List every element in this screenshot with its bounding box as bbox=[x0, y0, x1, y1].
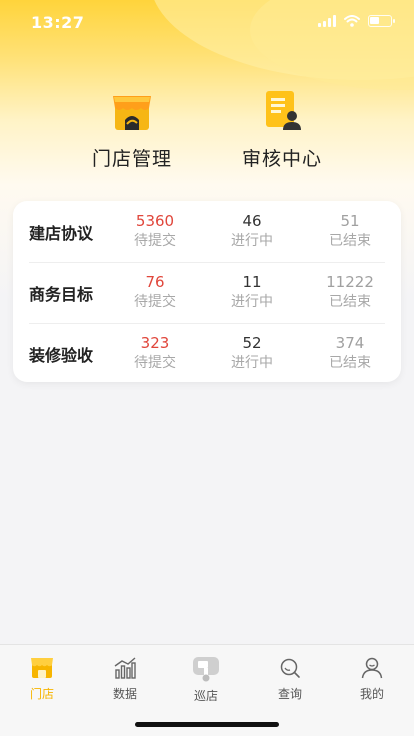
finished-cell[interactable]: 374 已结束 bbox=[305, 333, 395, 373]
bar-chart-icon bbox=[112, 655, 138, 681]
row-title: 建店协议 bbox=[29, 224, 94, 243]
in-progress-cell[interactable]: 11 进行中 bbox=[207, 272, 297, 312]
finished-count: 11222 bbox=[326, 273, 374, 291]
finished-count: 51 bbox=[340, 212, 360, 230]
finished-caption: 已结束 bbox=[329, 294, 371, 310]
store-icon bbox=[29, 655, 55, 681]
in-progress-caption: 进行中 bbox=[231, 355, 273, 371]
pending-count: 76 bbox=[145, 273, 165, 291]
status-time: 13:27 bbox=[31, 13, 85, 32]
tab-search[interactable]: 查询 bbox=[250, 655, 330, 702]
tab-label: 门店 bbox=[29, 687, 54, 701]
store-management-shortcut[interactable]: 门店管理 bbox=[62, 88, 202, 171]
finished-caption: 已结束 bbox=[329, 233, 371, 249]
pending-count: 323 bbox=[140, 334, 170, 352]
wifi-icon bbox=[344, 15, 360, 27]
store-icon bbox=[109, 88, 155, 134]
pending-caption: 待提交 bbox=[134, 355, 176, 371]
row-title: 商务目标 bbox=[29, 285, 94, 304]
user-icon bbox=[359, 655, 385, 681]
tab-label: 查询 bbox=[277, 687, 302, 701]
pending-caption: 待提交 bbox=[134, 294, 176, 310]
home-indicator bbox=[135, 722, 279, 727]
shortcut-label: 审核中心 bbox=[241, 148, 322, 170]
in-progress-caption: 进行中 bbox=[231, 294, 273, 310]
document-review-icon bbox=[259, 88, 305, 134]
status-bar: 13:27 bbox=[0, 0, 414, 46]
tab-store[interactable]: 门店 bbox=[2, 655, 82, 702]
review-center-shortcut[interactable]: 审核中心 bbox=[212, 88, 352, 171]
search-icon bbox=[277, 655, 303, 681]
tab-label: 数据 bbox=[112, 687, 137, 701]
stats-row[interactable]: 建店协议 5360 待提交 46 进行中 51 已结束 bbox=[13, 201, 401, 262]
stats-row[interactable]: 商务目标 76 待提交 11 进行中 11222 已结束 bbox=[13, 262, 401, 323]
stats-card: 建店协议 5360 待提交 46 进行中 51 已结束 商务目标 76 待提交 … bbox=[13, 201, 401, 382]
pending-cell[interactable]: 5360 待提交 bbox=[110, 211, 200, 251]
finished-cell[interactable]: 11222 已结束 bbox=[305, 272, 395, 312]
status-icons bbox=[318, 15, 395, 27]
in-progress-caption: 进行中 bbox=[231, 233, 273, 249]
stats-row[interactable]: 装修验收 323 待提交 52 进行中 374 已结束 bbox=[13, 323, 401, 384]
pending-cell[interactable]: 76 待提交 bbox=[110, 272, 200, 312]
cellular-signal-icon bbox=[318, 15, 336, 27]
pending-count: 5360 bbox=[135, 212, 175, 230]
in-progress-count: 11 bbox=[242, 273, 262, 291]
pending-cell[interactable]: 323 待提交 bbox=[110, 333, 200, 373]
tab-label: 巡店 bbox=[193, 689, 218, 703]
tab-data[interactable]: 数据 bbox=[85, 655, 165, 702]
tab-label: 我的 bbox=[359, 687, 384, 701]
tab-patrol[interactable]: 巡店 bbox=[166, 653, 246, 704]
in-progress-count: 52 bbox=[242, 334, 262, 352]
finished-caption: 已结束 bbox=[329, 355, 371, 371]
tab-profile[interactable]: 我的 bbox=[332, 655, 412, 702]
finished-cell[interactable]: 51 已结束 bbox=[305, 211, 395, 251]
finished-count: 374 bbox=[335, 334, 365, 352]
in-progress-count: 46 bbox=[242, 212, 262, 230]
patrol-van-icon bbox=[191, 653, 221, 683]
in-progress-cell[interactable]: 52 进行中 bbox=[207, 333, 297, 373]
in-progress-cell[interactable]: 46 进行中 bbox=[207, 211, 297, 251]
shortcut-label: 门店管理 bbox=[91, 148, 172, 170]
pending-caption: 待提交 bbox=[134, 233, 176, 249]
row-title: 装修验收 bbox=[29, 346, 94, 365]
battery-icon bbox=[368, 15, 395, 27]
